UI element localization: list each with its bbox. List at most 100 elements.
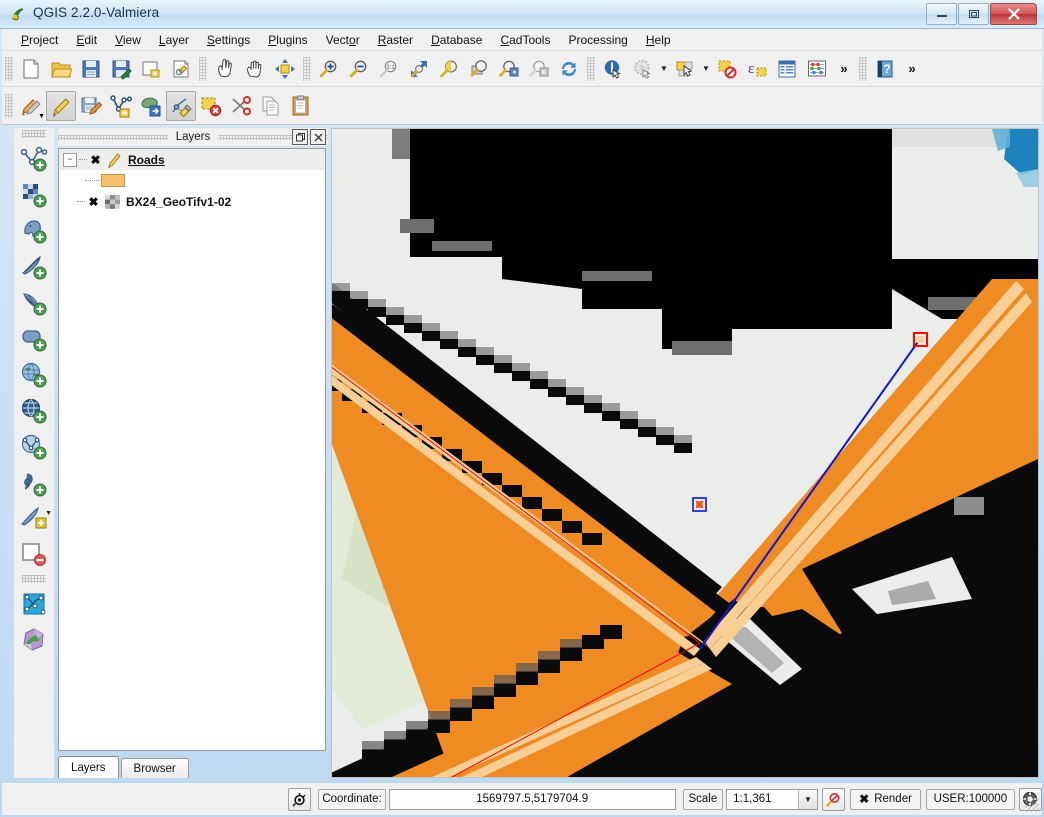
zoom-to-selection-icon[interactable] (434, 54, 464, 84)
coordinate-capture-icon[interactable] (288, 787, 312, 811)
toolbar-grip[interactable] (22, 130, 46, 138)
close-button[interactable] (990, 3, 1037, 25)
add-wcs-layer-icon[interactable] (16, 393, 52, 429)
add-wms-layer-icon[interactable] (16, 357, 52, 393)
select-features-dropdown[interactable]: ▼ (700, 54, 712, 84)
new-project-icon[interactable] (16, 54, 46, 84)
cut-features-icon[interactable] (226, 91, 256, 121)
menu-settings[interactable]: Settings (198, 30, 259, 50)
render-checkbox[interactable]: ✖ (859, 793, 869, 805)
open-attribute-table-icon[interactable] (772, 54, 802, 84)
composer-manager-icon[interactable] (166, 54, 196, 84)
layer-item-bx24-geotif[interactable]: ✖ BX24_GeoTifv1-02 (59, 191, 325, 212)
add-delimited-text-layer-icon[interactable] (16, 465, 52, 501)
tab-browser[interactable]: Browser (120, 758, 189, 778)
toggle-editing-icon[interactable] (46, 90, 76, 121)
move-feature-icon[interactable] (136, 91, 166, 121)
add-feature-icon[interactable] (106, 91, 136, 121)
help-contents-icon[interactable]: ? (870, 54, 900, 84)
identify-features-icon[interactable] (598, 54, 628, 84)
digitizing-toolbar: ▼ (2, 87, 1042, 125)
open-attribute-table-icon[interactable] (16, 586, 52, 622)
expand-collapse-icon[interactable]: − (63, 152, 77, 167)
menu-database[interactable]: Database (422, 30, 491, 50)
coordinate-value[interactable]: 1569797.5,5179704.9 (388, 788, 676, 810)
layer-item-roads[interactable]: − ✖ Roads (59, 149, 325, 170)
layers-tree[interactable]: − ✖ Roads ✖ BX24_GeoTifv1-02 (58, 148, 326, 751)
float-panel-button[interactable] (292, 129, 308, 145)
close-panel-button[interactable] (310, 129, 326, 145)
crs-status[interactable]: USER:100000 (925, 788, 1015, 810)
map-canvas[interactable] (331, 128, 1039, 778)
menu-processing[interactable]: Processing (559, 30, 636, 50)
pan-to-selection-icon[interactable] (270, 54, 300, 84)
menu-help[interactable]: Help (637, 30, 680, 50)
menu-layer[interactable]: Layer (150, 30, 198, 50)
current-edits-icon[interactable]: ▼ (16, 91, 46, 121)
add-raster-layer-icon[interactable] (16, 177, 52, 213)
refresh-icon[interactable] (554, 54, 584, 84)
chevron-down-icon[interactable]: ▼ (797, 789, 817, 809)
select-features-icon[interactable] (670, 54, 700, 84)
menu-edit[interactable]: Edit (67, 30, 106, 50)
minimize-button[interactable] (926, 3, 957, 25)
menu-project[interactable]: Project (12, 30, 67, 50)
maximize-button[interactable] (958, 3, 989, 25)
measure-statistics-icon[interactable] (802, 54, 832, 84)
toolbar-grip[interactable] (5, 93, 13, 118)
status-bar: Coordinate: 1569797.5,5179704.9 Scale 1:… (2, 783, 1043, 815)
zoom-out-icon[interactable] (344, 54, 374, 84)
layer-name-bx24: BX24_GeoTifv1-02 (126, 194, 232, 209)
layer-visibility-checkbox[interactable]: ✖ (87, 195, 100, 208)
window-resize-grip[interactable] (1025, 798, 1039, 812)
toolbar-grip[interactable] (587, 56, 595, 81)
node-tool-icon[interactable] (166, 90, 196, 121)
touch-zoom-icon[interactable] (210, 54, 240, 84)
paste-features-icon[interactable] (286, 91, 316, 121)
layer-visibility-checkbox[interactable]: ✖ (89, 153, 102, 166)
deselect-features-icon[interactable] (712, 54, 742, 84)
new-spatialite-layer-icon[interactable] (16, 622, 52, 658)
menu-raster[interactable]: Raster (369, 30, 422, 50)
toolbar-grip[interactable] (22, 575, 46, 583)
copy-features-icon[interactable] (256, 91, 286, 121)
run-feature-action-icon[interactable] (628, 54, 658, 84)
zoom-last-icon[interactable] (494, 54, 524, 84)
add-spatialite-layer-icon[interactable] (16, 249, 52, 285)
add-mssql-layer-icon[interactable] (16, 285, 52, 321)
toolbar-grip[interactable] (199, 56, 207, 81)
add-wfs-layer-icon[interactable] (16, 429, 52, 465)
toolbar-grip[interactable] (859, 56, 867, 81)
toolbar-grip[interactable] (5, 56, 13, 81)
save-project-icon[interactable] (76, 54, 106, 84)
new-shapefile-layer-icon[interactable]: ▼ (16, 501, 52, 537)
tab-layers[interactable]: Layers (58, 756, 119, 778)
magnifier-lock-icon[interactable] (821, 787, 846, 811)
zoom-full-icon[interactable] (404, 54, 434, 84)
add-postgis-layer-icon[interactable] (16, 213, 52, 249)
zoom-to-layer-icon[interactable] (464, 54, 494, 84)
open-project-icon[interactable] (46, 54, 76, 84)
main-toolbar-overflow[interactable]: » (832, 54, 856, 84)
zoom-in-icon[interactable] (314, 54, 344, 84)
delete-selected-icon[interactable] (196, 91, 226, 121)
render-toggle[interactable]: ✖ Render (850, 788, 921, 810)
save-layer-edits-icon[interactable] (76, 91, 106, 121)
pan-map-icon[interactable] (240, 54, 270, 84)
menu-cadtools[interactable]: CadTools (491, 30, 559, 50)
select-by-expression-icon[interactable]: ε (742, 54, 772, 84)
add-oracle-layer-icon[interactable] (16, 321, 52, 357)
add-vector-layer-icon[interactable] (16, 141, 52, 177)
save-project-as-icon[interactable] (106, 54, 136, 84)
zoom-native-icon[interactable]: 1:1 (374, 54, 404, 84)
menu-vector[interactable]: Vector (317, 30, 369, 50)
menu-plugins[interactable]: Plugins (259, 30, 316, 50)
zoom-next-icon[interactable] (524, 54, 554, 84)
help-toolbar-overflow[interactable]: » (900, 54, 924, 84)
remove-layer-icon[interactable] (16, 537, 52, 573)
toolbar-grip[interactable] (303, 56, 311, 81)
menu-view[interactable]: View (106, 30, 150, 50)
scale-combobox[interactable]: 1:1,361 ▼ (726, 788, 818, 810)
new-print-composer-icon[interactable] (136, 54, 166, 84)
run-feature-action-dropdown[interactable]: ▼ (658, 54, 670, 84)
